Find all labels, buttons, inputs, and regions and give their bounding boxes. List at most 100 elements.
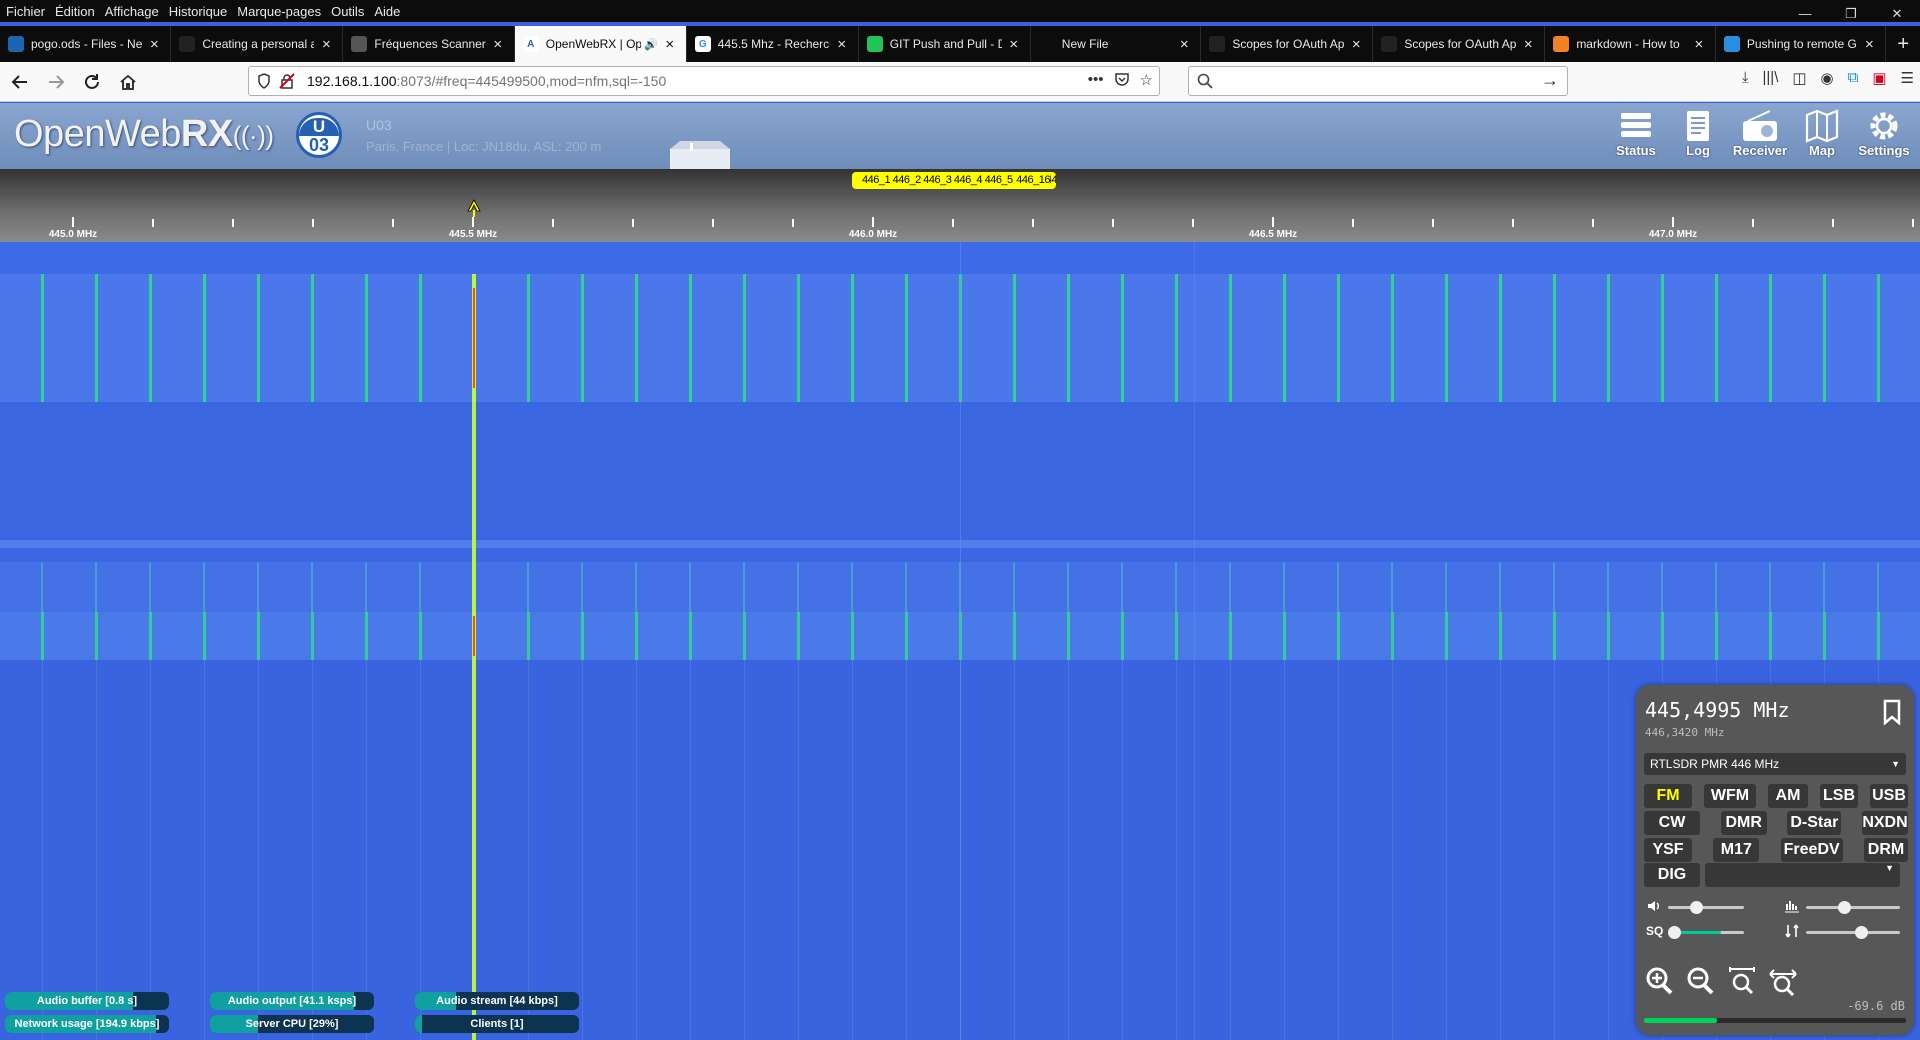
search-input[interactable]: → (1188, 66, 1568, 96)
volume-slider[interactable] (1668, 901, 1744, 914)
waterfall-canvas[interactable] (0, 242, 1920, 1040)
account-icon[interactable]: ◉ (1821, 69, 1834, 87)
new-tab-button[interactable]: + (1886, 26, 1920, 62)
digital-mode-select[interactable]: ▼ (1705, 863, 1900, 887)
close-window-icon[interactable]: ✕ (1874, 0, 1920, 28)
forward-button[interactable] (40, 66, 72, 98)
network-usage-bar[interactable]: Network usage [194.9 kbps] (5, 1015, 169, 1033)
openwebrx-logo[interactable]: OpenWebRX((·)) (14, 113, 274, 156)
tab-close-icon[interactable]: × (1691, 36, 1707, 53)
tab-sound-icon[interactable]: 🔊 (644, 38, 658, 51)
tab-close-icon[interactable]: × (490, 36, 506, 53)
tab-5[interactable]: GIT Push and Pull - D × (859, 26, 1031, 62)
menu-bookmarks[interactable]: Marque-pages (231, 4, 325, 19)
tab-1[interactable]: Creating a personal a × (171, 26, 344, 62)
tab-close-icon[interactable]: × (1861, 36, 1877, 53)
mode-lsb[interactable]: LSB (1820, 784, 1858, 808)
gain-slider-knob[interactable] (1854, 926, 1868, 939)
volume-icon[interactable] (1646, 898, 1662, 914)
tab-4[interactable]: G 445.5 Mhz - Recherch × (687, 26, 859, 62)
bookmark-icon[interactable] (1880, 699, 1904, 725)
mode-nxdn[interactable]: NXDN (1862, 811, 1908, 835)
pocket-icon[interactable] (1114, 71, 1130, 87)
insecure-lock-icon[interactable] (279, 73, 295, 89)
tab-close-icon[interactable]: × (834, 36, 850, 53)
mode-freedv[interactable]: FreeDV (1780, 838, 1843, 862)
noise-reduction-slider-knob[interactable] (1838, 901, 1852, 914)
receiver-avatar[interactable]: U 03 (296, 112, 342, 158)
sync-icon[interactable]: ⧉ (1848, 69, 1859, 87)
log-button[interactable]: Log (1670, 109, 1726, 158)
library-icon[interactable]: |||\ (1763, 69, 1779, 87)
clients-bar[interactable]: Clients [1] (415, 1015, 579, 1033)
mode-usb[interactable]: USB (1870, 784, 1908, 808)
download-icon[interactable]: ⤓ (1742, 69, 1749, 87)
mode-ysf[interactable]: YSF (1644, 838, 1692, 862)
squelch-slider-knob[interactable] (1668, 926, 1681, 939)
tab-close-icon[interactable]: × (662, 36, 678, 53)
tab-3[interactable]: A OpenWebRX | Op 🔊 × (514, 26, 687, 62)
menu-edit[interactable]: Édition (49, 4, 99, 19)
tab-close-icon[interactable]: × (1006, 36, 1022, 53)
server-cpu-bar[interactable]: Server CPU [29%] (210, 1015, 374, 1033)
extension-icon[interactable]: ▣ (1872, 69, 1886, 87)
reload-button[interactable] (76, 66, 108, 98)
noise-reduction-slider[interactable] (1806, 901, 1900, 914)
star-icon[interactable]: ☆ (1140, 71, 1153, 89)
frequency-scale[interactable]: 446_1 446_2 446_3 446_4 446_5 446_6 446_… (0, 169, 1920, 242)
tuning-marker-icon[interactable] (459, 197, 489, 217)
bookmark-label[interactable]: 446_16 (1013, 172, 1050, 189)
audio-buffer-bar[interactable]: Audio buffer [0.8 s] (5, 992, 169, 1010)
waterfall-display[interactable] (0, 242, 1920, 1040)
tab-close-icon[interactable]: × (1520, 36, 1536, 53)
sidebar-icon[interactable]: ◫ (1792, 69, 1806, 87)
menu-file[interactable]: Fichier (0, 4, 49, 19)
status-button[interactable]: Status (1608, 109, 1664, 158)
map-button[interactable]: Map (1794, 109, 1850, 158)
mode-dmr[interactable]: DMR (1720, 811, 1767, 835)
mode-m17[interactable]: M17 (1713, 838, 1760, 862)
tab-close-icon[interactable]: × (146, 36, 162, 53)
squelch-slider[interactable] (1668, 926, 1744, 939)
profile-select[interactable]: RTLSDR PMR 446 MHz ▼ (1644, 753, 1906, 775)
zoom-full-icon[interactable] (1767, 966, 1799, 996)
tab-7[interactable]: Scopes for OAuth Ap × (1201, 26, 1374, 62)
back-button[interactable] (4, 66, 36, 98)
frequency-display[interactable]: 445,4995 MHz (1645, 698, 1790, 722)
page-actions-icon[interactable]: ••• (1088, 71, 1104, 89)
zoom-tune-icon[interactable] (1726, 966, 1758, 996)
menu-help[interactable]: Aide (368, 4, 404, 19)
menu-view[interactable]: Affichage (99, 4, 163, 19)
mode-dig[interactable]: DIG (1644, 863, 1700, 887)
tab-close-icon[interactable]: × (1176, 36, 1192, 53)
restore-icon[interactable]: ❐ (1828, 0, 1874, 28)
tab-10[interactable]: Pushing to remote G × (1716, 26, 1887, 62)
mode-drm[interactable]: DRM (1864, 838, 1908, 862)
audio-stream-bar[interactable]: Audio stream [44 kbps] (415, 992, 579, 1010)
audio-output-bar[interactable]: Audio output [41.1 ksps] (210, 992, 374, 1010)
menu-tools[interactable]: Outils (325, 4, 368, 19)
url-bar[interactable]: 192.168.1.100:8073/#freq=445499500,mod=n… (248, 66, 1160, 96)
zoom-out-icon[interactable] (1685, 966, 1717, 996)
tab-9[interactable]: markdown - How to × (1545, 26, 1716, 62)
tab-6[interactable]: New File × (1031, 26, 1202, 62)
hamburger-menu-icon[interactable]: ☰ (1901, 69, 1914, 87)
tab-0[interactable]: pogo.ods - Files - Ne × (0, 26, 172, 62)
zoom-in-icon[interactable] (1644, 966, 1676, 996)
tab-close-icon[interactable]: × (318, 36, 334, 53)
noise-reduction-icon[interactable] (1784, 898, 1800, 914)
volume-slider-knob[interactable] (1690, 901, 1704, 914)
mode-d-star[interactable]: D-Star (1787, 811, 1842, 835)
gain-icon[interactable] (1784, 923, 1800, 939)
receiver-button[interactable]: Receiver (1732, 109, 1788, 158)
settings-button[interactable]: Settings (1856, 109, 1912, 158)
search-go-icon[interactable]: → (1541, 70, 1559, 91)
shield-icon[interactable] (257, 73, 271, 89)
bookmark-strip[interactable]: 446_1 446_2 446_3 446_4 446_5 446_6 446_… (852, 172, 1056, 189)
tab-2[interactable]: Fréquences Scanner × (343, 26, 515, 62)
tab-8[interactable]: Scopes for OAuth Ap × (1373, 26, 1546, 62)
gain-slider[interactable] (1806, 926, 1900, 939)
minimize-icon[interactable]: — (1782, 0, 1828, 28)
tab-close-icon[interactable]: × (1348, 36, 1364, 53)
home-button[interactable] (112, 66, 144, 98)
